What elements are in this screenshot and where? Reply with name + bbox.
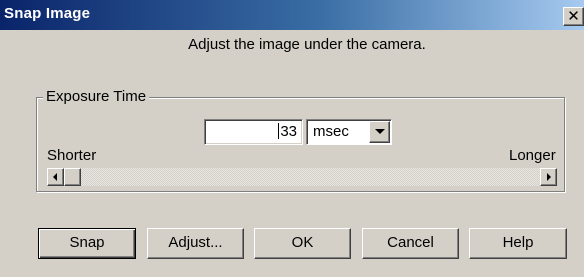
- close-button[interactable]: ✕: [563, 7, 584, 26]
- adjust-button[interactable]: Adjust...: [147, 228, 244, 259]
- exposure-unit-select[interactable]: msec: [306, 119, 392, 145]
- exposure-unit-value: msec: [313, 123, 349, 140]
- title-bar: Snap Image ✕: [0, 0, 584, 30]
- cancel-button[interactable]: Cancel: [362, 228, 459, 259]
- exposure-time-label: Exposure Time: [43, 88, 150, 106]
- help-button[interactable]: Help: [469, 228, 567, 259]
- snap-button[interactable]: Snap: [38, 228, 136, 259]
- slider-max-label: Longer: [509, 147, 556, 164]
- dropdown-button[interactable]: [369, 121, 390, 143]
- instruction-text: Adjust the image under the camera.: [188, 36, 426, 53]
- exposure-slider[interactable]: [47, 168, 557, 186]
- exposure-value-text: 33: [280, 123, 297, 140]
- snap-image-dialog: Snap Image ✕ Adjust the image under the …: [0, 0, 584, 277]
- exposure-value-input[interactable]: 33: [204, 119, 303, 145]
- chevron-down-icon: [375, 129, 385, 134]
- slider-thumb[interactable]: [64, 168, 81, 186]
- window-title: Snap Image: [4, 5, 91, 22]
- arrow-right-icon: [547, 173, 551, 181]
- arrow-left-icon: [53, 173, 57, 181]
- ok-button[interactable]: OK: [254, 228, 351, 259]
- scroll-right-button[interactable]: [540, 168, 557, 186]
- close-icon: ✕: [567, 7, 580, 25]
- scroll-left-button[interactable]: [47, 168, 64, 186]
- slider-min-label: Shorter: [47, 147, 97, 164]
